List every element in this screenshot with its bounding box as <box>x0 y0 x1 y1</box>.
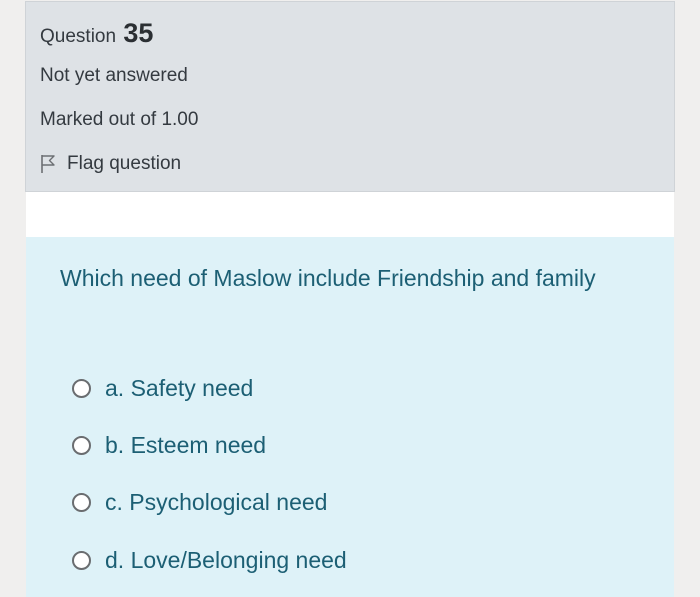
separator <box>26 192 674 237</box>
answer-label: d. Love/Belonging need <box>105 547 347 573</box>
answer-option-a[interactable]: a. Safety need <box>72 375 253 402</box>
answer-option-c[interactable]: c. Psychological need <box>72 489 327 516</box>
flag-question-label: Flag question <box>67 153 182 174</box>
answer-option-d[interactable]: d. Love/Belonging need <box>72 547 347 574</box>
answer-state: Not yet answered <box>40 65 188 86</box>
answer-label: c. Psychological need <box>105 489 328 515</box>
question-number-heading: Question 35 <box>40 18 153 49</box>
radio-button-icon[interactable] <box>72 436 91 455</box>
grade-info: Marked out of 1.00 <box>40 109 199 130</box>
question-number: 35 <box>123 18 154 48</box>
radio-button-icon[interactable] <box>72 551 91 570</box>
answer-label: a. Safety need <box>105 375 254 401</box>
answer-label: b. Esteem need <box>105 432 267 458</box>
question-label: Question <box>40 26 117 47</box>
radio-button-icon[interactable] <box>72 493 91 512</box>
question-text: Which need of Maslow include Friendship … <box>60 265 596 291</box>
radio-button-icon[interactable] <box>72 379 91 398</box>
question-formulation: Which need of Maslow include Friendship … <box>26 237 674 597</box>
answer-option-b[interactable]: b. Esteem need <box>72 432 266 459</box>
flag-icon <box>41 155 55 173</box>
question-info-panel: Question 35 Not yet answered Marked out … <box>25 1 675 192</box>
flag-question-link[interactable]: Flag question <box>40 153 181 175</box>
